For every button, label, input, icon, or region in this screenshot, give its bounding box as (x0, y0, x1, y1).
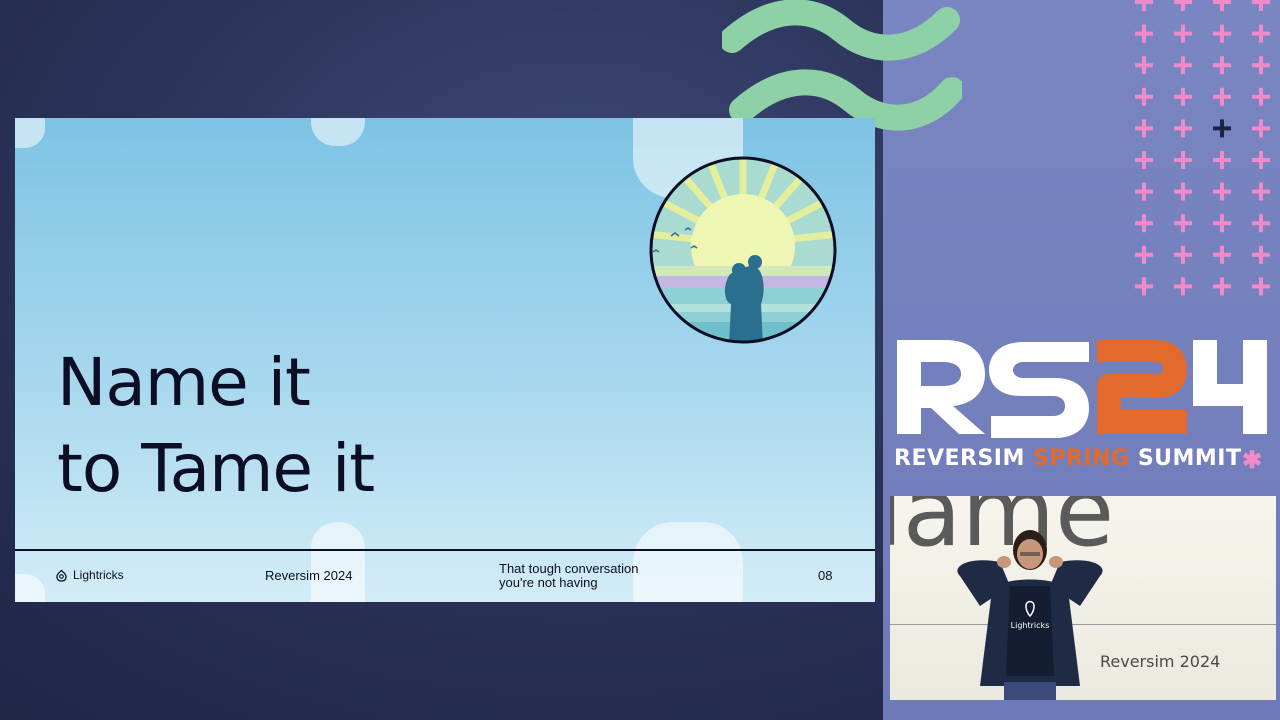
plus-icon (1252, 245, 1270, 264)
plus-icon (1213, 0, 1231, 11)
plus-icon (1174, 87, 1192, 106)
slide-footer-rule (15, 549, 875, 551)
plus-icon (1135, 214, 1153, 233)
slide-page-number: 08 (818, 568, 833, 583)
footer-topic-line-2: you're not having (499, 575, 598, 590)
plus-icon (1174, 56, 1192, 75)
plus-icon (1213, 277, 1231, 296)
footer-brand: Lightricks (55, 568, 124, 582)
plus-icon (1135, 151, 1153, 169)
plus-icon (1252, 214, 1270, 233)
plus-icon (1252, 56, 1270, 75)
footer-topic: That tough conversation you're not havin… (499, 562, 638, 590)
slide-title-line-2: to Tame it (57, 430, 375, 507)
plus-icon (1252, 182, 1270, 201)
speaker-camera-feed: Tame Reversim 2024 Lightricks (890, 496, 1276, 700)
plus-icon (1252, 151, 1270, 169)
presentation-slide: Name it to Tame it Lightricks Reversim 2… (15, 118, 875, 602)
plus-icon (1135, 182, 1153, 201)
summit-word-reversim: REVERSIM (894, 446, 1025, 471)
plus-icon (1135, 24, 1153, 43)
slide-blob-decoration (633, 522, 743, 602)
footer-topic-line-1: That tough conversation (499, 561, 639, 576)
plus-icon (1174, 182, 1192, 201)
plus-icon (1174, 245, 1192, 264)
lightricks-logo-icon (56, 569, 67, 582)
plus-icon (1252, 24, 1270, 43)
summit-name: REVERSIM SPRING SUMMIT (894, 446, 1242, 471)
plus-pattern-decoration (1135, 0, 1270, 296)
slide-blob-decoration (311, 118, 365, 146)
plus-icon (1213, 87, 1231, 106)
shirt-brand-text: Lightricks (1011, 621, 1050, 630)
plus-icon (1252, 0, 1270, 11)
slide-blob-decoration (15, 574, 45, 602)
plus-icon (1213, 245, 1231, 264)
plus-icon (1135, 277, 1153, 296)
plus-icon (1213, 214, 1231, 233)
plus-icon (1213, 151, 1231, 169)
plus-icon (1213, 119, 1231, 138)
plus-icon (1174, 214, 1192, 233)
plus-icon (1213, 182, 1231, 201)
plus-icon (1252, 277, 1270, 296)
speaker-figure: Lightricks (957, 530, 1103, 700)
plus-icon (1135, 87, 1153, 106)
slide-title: Name it to Tame it (57, 340, 657, 512)
star-icon: ✱ (1242, 447, 1263, 474)
plus-icon (1174, 151, 1192, 169)
summit-word-spring: SPRING (1033, 446, 1130, 471)
slide-blob-decoration (311, 522, 365, 602)
plus-icon (1252, 119, 1270, 138)
rs24-logo (897, 340, 1267, 438)
plus-icon (1174, 0, 1192, 11)
plus-icon (1174, 119, 1192, 138)
plus-icon (1135, 56, 1153, 75)
plus-icon (1135, 245, 1153, 264)
slide-blob-decoration (15, 118, 45, 148)
plus-icon (1135, 119, 1153, 138)
slide-title-line-1: Name it (57, 344, 311, 421)
couple-sunset-illustration (649, 156, 837, 344)
plus-icon (1252, 87, 1270, 106)
plus-icon (1174, 24, 1192, 43)
summit-word-summit: SUMMIT (1137, 446, 1242, 471)
plus-icon (1213, 24, 1231, 43)
footer-brand-label: Lightricks (73, 568, 124, 582)
plus-icon (1213, 56, 1231, 75)
plus-icon (1135, 0, 1153, 11)
plus-icon (1174, 277, 1192, 296)
footer-event: Reversim 2024 (265, 568, 353, 583)
